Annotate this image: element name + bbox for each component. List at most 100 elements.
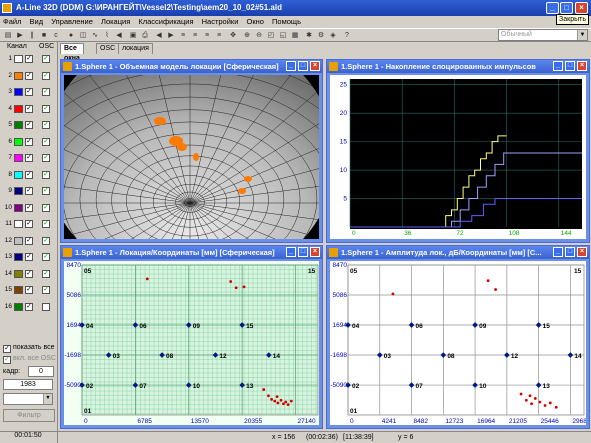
graph-icon[interactable]: ⌇ xyxy=(102,31,112,41)
print-icon[interactable]: ⎙ xyxy=(140,31,150,41)
minimize-button[interactable]: _ xyxy=(546,2,559,14)
play-forward-icon[interactable]: ▶ xyxy=(166,31,176,41)
osc-3-icon[interactable]: ≡ xyxy=(202,31,212,41)
channel-enable-checkbox[interactable]: ✓ xyxy=(25,154,33,162)
channel-enable-checkbox[interactable]: ✓ xyxy=(25,302,33,311)
channel-osc-checkbox[interactable]: ✓ xyxy=(42,269,50,278)
play-back-icon[interactable]: ◀ xyxy=(154,31,164,41)
tab-all-windows[interactable]: Все окна xyxy=(60,43,84,62)
channel-color-swatch[interactable] xyxy=(14,154,23,162)
zoom-in-icon[interactable]: ⊕ xyxy=(242,31,252,41)
channel-osc-checkbox[interactable]: ✓ xyxy=(42,253,50,261)
show-all-checkbox[interactable]: ✓ xyxy=(3,345,11,353)
speaker-icon[interactable]: ◀ xyxy=(114,31,124,41)
location-icon[interactable]: ◈ xyxy=(328,31,338,41)
channel-enable-checkbox[interactable]: ✓ xyxy=(25,187,33,195)
channel-enable-checkbox[interactable]: ✓ xyxy=(25,170,33,179)
channel-color-swatch[interactable] xyxy=(14,55,23,63)
amplitude-map-chart[interactable]: 8470 5086 1694 -1698 -5090 0 4241 8482 12723 1696… xyxy=(330,261,586,425)
channel-osc-checkbox[interactable]: ✓ xyxy=(42,55,50,63)
channel-osc-checkbox[interactable]: ✓ xyxy=(42,154,50,162)
channel-osc-checkbox[interactable]: ✓ xyxy=(42,104,50,113)
channel-osc-checkbox[interactable]: ✓ xyxy=(42,137,50,146)
sensors-icon[interactable]: ✱ xyxy=(304,31,314,41)
play-icon[interactable]: ▶ xyxy=(15,31,25,41)
chevron-down-icon[interactable]: ▼ xyxy=(43,394,52,404)
channel-row[interactable]: 8 ✓ ✓ xyxy=(2,170,56,180)
osc-2-icon[interactable]: ≡ xyxy=(190,31,200,41)
chevron-down-icon[interactable]: ▼ xyxy=(577,30,587,40)
mode-combo[interactable]: Обычный ▼ xyxy=(498,29,588,41)
osc-4-icon[interactable]: ≡ xyxy=(214,31,224,41)
close-button[interactable]: × xyxy=(575,2,588,14)
pane-maximize-button[interactable]: □ xyxy=(565,61,575,71)
pane-close-button[interactable]: × xyxy=(310,247,320,257)
tab-location[interactable]: локация xyxy=(118,43,153,54)
channel-row[interactable]: 3 ✓ ✓ xyxy=(2,87,56,97)
channel-osc-checkbox[interactable]: ✓ xyxy=(42,71,50,80)
accumulation-chart[interactable]: 5 10 15 20 25 0 36 72 108 144 xyxy=(330,75,586,239)
channel-row[interactable]: 14 ✓ ✓ xyxy=(2,269,56,279)
tile-icon[interactable]: ▦ xyxy=(290,31,300,41)
channel-enable-checkbox[interactable]: ✓ xyxy=(25,88,33,96)
menu-settings[interactable]: Настройки xyxy=(202,17,239,26)
menu-control[interactable]: Управление xyxy=(51,17,93,26)
filter-select[interactable]: ▼ xyxy=(3,393,53,405)
channel-osc-checkbox[interactable]: ✓ xyxy=(42,121,50,129)
channel-osc-checkbox[interactable]: ✓ xyxy=(42,236,50,245)
pane-maximize-button[interactable]: □ xyxy=(298,61,308,71)
menu-help[interactable]: Помощь xyxy=(272,17,301,26)
fit-icon[interactable]: ◰ xyxy=(266,31,276,41)
tab-osc[interactable]: OSC xyxy=(96,43,120,54)
accumulation-pane[interactable]: 1.Sphere 1 - Накопление слоцированных им… xyxy=(326,59,590,243)
channel-enable-checkbox[interactable]: ✓ xyxy=(25,253,33,261)
channel-color-swatch[interactable] xyxy=(14,104,23,113)
pane-minimize-button[interactable]: _ xyxy=(286,61,296,71)
channel-color-swatch[interactable] xyxy=(14,253,23,261)
channel-osc-checkbox[interactable]: ✓ xyxy=(42,286,50,294)
zoom-out-icon[interactable]: ⊖ xyxy=(254,31,264,41)
channel-enable-checkbox[interactable]: ✓ xyxy=(25,286,33,294)
pan-icon[interactable]: ✥ xyxy=(228,31,238,41)
menu-window[interactable]: Окно xyxy=(246,17,263,26)
channel-color-swatch[interactable] xyxy=(14,269,23,278)
pane-minimize-button[interactable]: _ xyxy=(553,61,563,71)
channel-enable-checkbox[interactable]: ✓ xyxy=(25,55,33,63)
channel-color-swatch[interactable] xyxy=(14,88,23,96)
channel-row[interactable]: 11 ✓ ✓ xyxy=(2,219,56,229)
cascade-icon[interactable]: ◱ xyxy=(278,31,288,41)
channel-enable-checkbox[interactable]: ✓ xyxy=(25,71,33,80)
show-all-option[interactable]: ✓ показать все xyxy=(3,343,55,353)
sphere-view[interactable] xyxy=(64,75,319,239)
pane-maximize-button[interactable]: □ xyxy=(298,247,308,257)
channel-color-swatch[interactable] xyxy=(14,203,23,212)
settings-icon[interactable]: ⚙ xyxy=(316,31,326,41)
channel-enable-checkbox[interactable]: ✓ xyxy=(25,203,33,212)
channel-enable-checkbox[interactable]: ✓ xyxy=(25,220,33,228)
channel-enable-checkbox[interactable]: ✓ xyxy=(25,269,33,278)
channel-row[interactable]: 15 ✓ ✓ xyxy=(2,285,56,295)
channel-enable-checkbox[interactable]: ✓ xyxy=(25,236,33,245)
menu-classification[interactable]: Классификация xyxy=(138,17,193,26)
pane-maximize-button[interactable]: □ xyxy=(565,247,575,257)
record-icon[interactable]: ● xyxy=(66,31,76,41)
channel-color-swatch[interactable] xyxy=(14,137,23,146)
channel-osc-checkbox[interactable]: ✓ xyxy=(42,88,50,96)
channel-color-swatch[interactable] xyxy=(14,71,23,80)
maximize-button[interactable]: □ xyxy=(560,2,573,14)
channel-enable-checkbox[interactable]: ✓ xyxy=(25,121,33,129)
channel-row[interactable]: 7 ✓ ✓ xyxy=(2,153,56,163)
amplitude-map-pane[interactable]: 1.Sphere 1 - Амплитуда лок., дБ/Координа… xyxy=(326,245,590,429)
channel-row[interactable]: 6 ✓ ✓ xyxy=(2,137,56,147)
channel-row[interactable]: 16 ✓ xyxy=(2,302,56,312)
help-icon[interactable]: ? xyxy=(342,31,352,41)
channel-color-swatch[interactable] xyxy=(14,236,23,245)
wave-icon[interactable]: ∿ xyxy=(90,31,100,41)
channel-row[interactable]: 2 ✓ ✓ xyxy=(2,71,56,81)
channel-color-swatch[interactable] xyxy=(14,302,23,311)
location-map-chart[interactable]: 8470 5086 1694 -1698 -5090 0 6785 13570 20355 271… xyxy=(64,261,319,425)
pane-close-button[interactable]: × xyxy=(577,247,587,257)
channel-row[interactable]: 1 ✓ ✓ xyxy=(2,54,56,64)
channel-row[interactable]: 4 ✓ ✓ xyxy=(2,104,56,114)
channel-color-swatch[interactable] xyxy=(14,121,23,129)
